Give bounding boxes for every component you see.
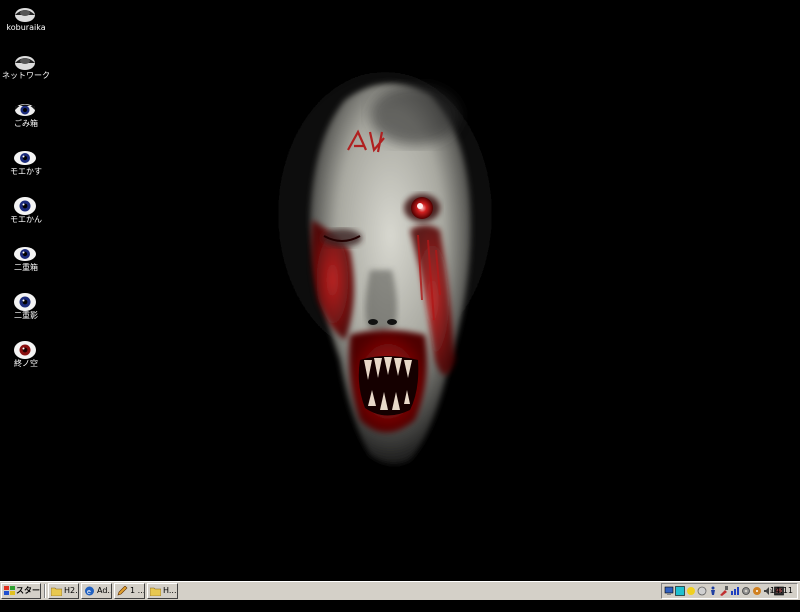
folder-icon — [150, 587, 161, 596]
taskbar-button-label: Ad... — [97, 586, 111, 595]
desktop-icon-recycle-bin[interactable]: ごみ箱 — [0, 96, 52, 136]
browser-icon: e — [85, 586, 94, 596]
wallpaper-face-image — [265, 70, 505, 465]
taskbar-divider — [44, 584, 46, 598]
tool-icon[interactable] — [719, 586, 729, 596]
taskbar-clock[interactable]: 14:11 — [770, 584, 793, 598]
pencil-icon — [117, 586, 128, 596]
windows-flag-icon — [4, 586, 15, 595]
desktop-icon-label: モエかす — [10, 167, 42, 176]
desktop-icon-label: ネットワーク — [2, 71, 50, 80]
figure-icon[interactable] — [708, 586, 718, 596]
desktop-icon-nijubako[interactable]: 二重箱 — [0, 240, 52, 280]
bars-icon[interactable] — [730, 586, 740, 596]
desktop-icon-moekasu[interactable]: モエかす — [0, 144, 52, 184]
taskbar-button-label: H2... — [64, 586, 78, 595]
taskbar: スタート H2... e Ad... 1 ... H... — [0, 581, 800, 609]
desktop-icon-owarinosora[interactable]: 終ノ空 — [0, 336, 52, 376]
desktop-icon-nijukage[interactable]: 二重影 — [0, 288, 52, 328]
taskbar-button-h[interactable]: H... — [147, 583, 178, 599]
sun-icon[interactable] — [686, 586, 696, 596]
desktop-icon-moekan[interactable]: モエかん — [0, 192, 52, 232]
desktop-icon-label: 二重影 — [14, 311, 38, 320]
taskbar-button-label: 1 ... — [130, 586, 145, 595]
taskbar-button-1[interactable]: 1 ... — [114, 583, 145, 599]
desktop-icon-label: モエかん — [10, 215, 42, 224]
desktop: koburaika ネットワーク ごみ箱 モエかす モエかん 二重箱 二重影 終… — [0, 0, 800, 581]
desktop-icon-koburaika[interactable]: koburaika — [0, 0, 52, 40]
start-button[interactable]: スタート — [1, 583, 41, 609]
folder-icon — [51, 587, 62, 596]
taskbar-button-h2[interactable]: H2... — [48, 583, 79, 599]
desktop-icon-label: koburaika — [6, 23, 46, 32]
taskbar-button-label: H... — [163, 586, 177, 595]
monitor-icon[interactable] — [664, 586, 674, 596]
desktop-icon-network[interactable]: ネットワーク — [0, 48, 52, 88]
gear-icon[interactable] — [741, 586, 751, 596]
system-tray: 14:11 — [661, 583, 798, 599]
desktop-icon-label: 二重箱 — [14, 263, 38, 272]
desktop-icon-label: 終ノ空 — [14, 359, 38, 368]
desktop-icon-label: ごみ箱 — [14, 119, 38, 128]
network-icon[interactable] — [675, 586, 685, 596]
svg-text:e: e — [87, 589, 91, 596]
taskbar-button-ad[interactable]: e Ad... — [81, 583, 112, 599]
disc-icon[interactable] — [752, 586, 762, 596]
circle-icon[interactable] — [697, 586, 707, 596]
start-button-label: スタート — [16, 586, 40, 609]
